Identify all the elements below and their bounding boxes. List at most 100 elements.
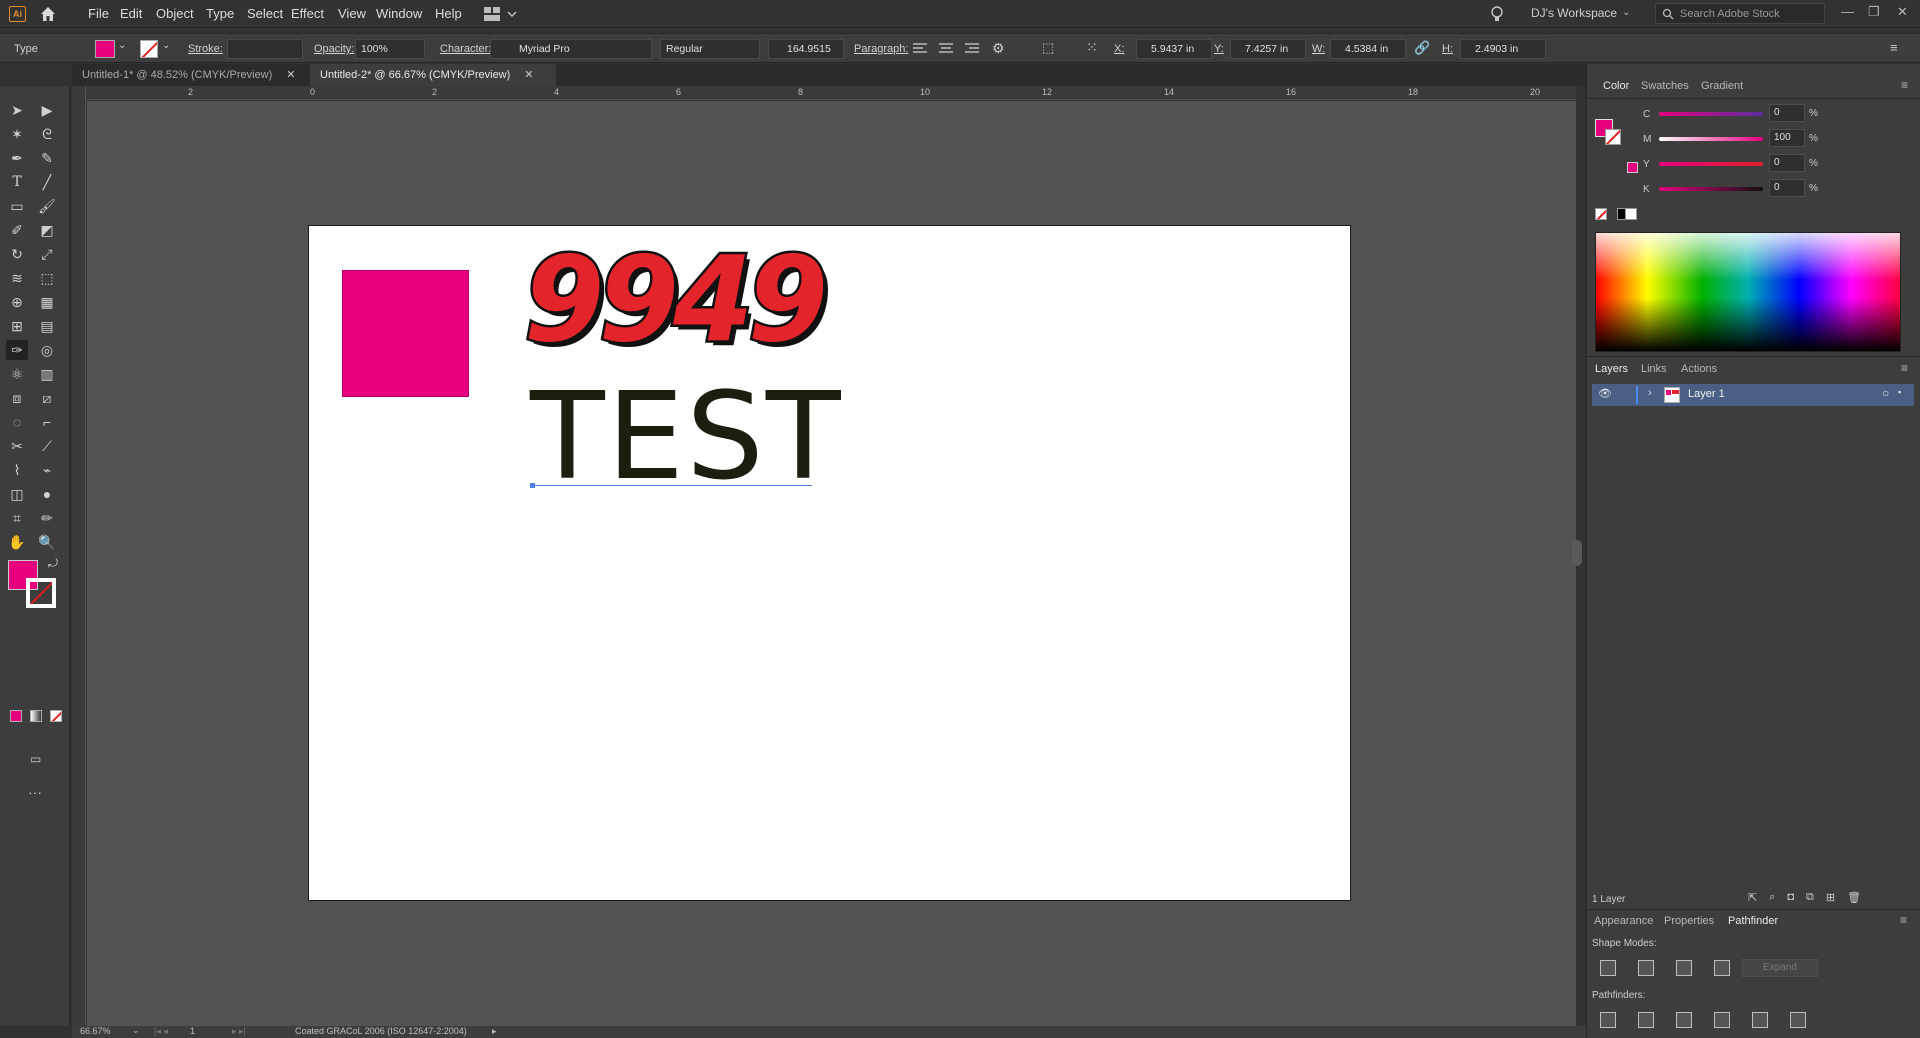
exclude-icon[interactable] <box>1714 960 1730 976</box>
tab-layers[interactable]: Layers <box>1595 363 1628 375</box>
lightbulb-icon[interactable] <box>1490 5 1504 23</box>
panel-menu-icon[interactable]: ≡ <box>1900 913 1907 927</box>
rectangle-tool-icon[interactable]: ▭ <box>6 196 28 216</box>
type-tool-icon[interactable]: T <box>6 172 28 192</box>
zoom-tool-icon[interactable]: 🔍 <box>36 532 58 552</box>
scale-tool-icon[interactable]: ⤢ <box>36 244 58 264</box>
height-field[interactable]: 2.4903 in <box>1460 39 1546 59</box>
font-size-field[interactable]: 164.9515 <box>768 39 844 59</box>
perspective-grid-tool-icon[interactable]: ▦ <box>36 292 58 312</box>
column-graph-tool-icon[interactable]: ▥ <box>36 364 58 384</box>
target-icon[interactable]: ○ <box>1882 386 1889 400</box>
selection-tool-icon[interactable]: ➤ <box>6 100 28 120</box>
stroke-weight-field[interactable] <box>227 39 303 59</box>
rotate-tool-icon[interactable]: ↻ <box>6 244 28 264</box>
magic-wand-tool-icon[interactable]: ✶ <box>6 124 28 144</box>
zoom-level-field[interactable]: 66.67% <box>80 1026 111 1036</box>
channel-c-field[interactable]: 0 <box>1769 104 1805 122</box>
swap-fill-stroke-icon[interactable]: ⤾ <box>48 556 58 571</box>
selected-text-test[interactable]: TEST <box>530 378 843 498</box>
tab-actions[interactable]: Actions <box>1681 363 1717 375</box>
opacity-label[interactable]: Opacity: <box>314 43 354 55</box>
mesh-tool-icon[interactable]: ⊞ <box>6 316 28 336</box>
home-icon[interactable] <box>39 5 57 23</box>
layer-name[interactable]: Layer 1 <box>1688 388 1725 400</box>
pen-tool-icon[interactable]: ✒ <box>6 148 28 168</box>
tab-untitled-1[interactable]: Untitled-1* @ 48.52% (CMYK/Preview) ✕ <box>72 64 310 86</box>
character-label[interactable]: Character: <box>440 43 491 55</box>
opacity-field[interactable]: 100% <box>355 39 425 59</box>
first-artboard-icon[interactable]: |◂ ◂ <box>154 1026 168 1037</box>
out-of-gamut-swatch[interactable] <box>1627 162 1638 173</box>
tab-gradient[interactable]: Gradient <box>1701 80 1743 92</box>
minus-back-icon[interactable] <box>1790 1012 1806 1028</box>
menu-help[interactable]: Help <box>435 6 462 21</box>
shaper-tool-icon[interactable]: ✐ <box>6 220 28 240</box>
eyedropper-tool-icon[interactable]: ✑ <box>6 340 28 360</box>
none-mode-icon[interactable] <box>50 710 62 722</box>
menu-window[interactable]: Window <box>376 6 422 21</box>
hand-tool-icon[interactable]: ✋ <box>6 532 28 552</box>
channel-m-slider[interactable] <box>1659 137 1763 141</box>
eraser-tool-icon[interactable]: ◩ <box>36 220 58 240</box>
headline-text-9949[interactable]: 9949 <box>522 238 831 361</box>
trim-icon[interactable] <box>1638 1012 1654 1028</box>
blob-brush-tool-icon[interactable]: ● <box>36 484 58 504</box>
menu-select[interactable]: Select <box>247 6 283 21</box>
menu-effect[interactable]: Effect <box>291 6 324 21</box>
pink-square-shape[interactable] <box>342 270 469 397</box>
width-tool-icon[interactable]: ≋ <box>6 268 28 288</box>
constrain-proportions-icon[interactable]: 🔗 <box>1414 40 1430 56</box>
h-label[interactable]: H: <box>1442 43 1453 55</box>
change-screen-mode-icon[interactable]: ▭ <box>30 752 41 766</box>
new-sublayer-icon[interactable]: ⧉ <box>1806 891 1814 904</box>
none-swatch[interactable] <box>1595 208 1607 220</box>
channel-k-field[interactable]: 0 <box>1769 179 1805 197</box>
channel-m-field[interactable]: 100 <box>1769 129 1805 147</box>
channel-y-field[interactable]: 0 <box>1769 154 1805 172</box>
channel-y-slider[interactable] <box>1659 162 1763 166</box>
font-family-field[interactable]: Myriad Pro <box>490 39 652 59</box>
expand-button[interactable]: Expand <box>1742 959 1818 977</box>
chevron-down-icon[interactable]: ⌄ <box>132 1025 140 1036</box>
minus-front-icon[interactable] <box>1638 960 1654 976</box>
fill-swatch[interactable] <box>95 40 115 58</box>
live-paint-tool-icon[interactable]: ◫ <box>6 484 28 504</box>
locate-object-icon[interactable]: ⌕ <box>1769 891 1775 904</box>
transform-reference-icon[interactable]: ⁙ <box>1086 39 1098 56</box>
color-panel-stroke[interactable] <box>1605 129 1621 145</box>
status-menu-arrow-icon[interactable]: ▸ <box>492 1026 497 1037</box>
export-icon[interactable]: ⇱ <box>1748 891 1757 904</box>
tab-links[interactable]: Links <box>1641 363 1667 375</box>
menu-view[interactable]: View <box>338 6 366 21</box>
chevron-right-icon[interactable]: › <box>1648 387 1652 399</box>
intersect-icon[interactable] <box>1676 960 1692 976</box>
delete-layer-icon[interactable]: 🗑 <box>1847 891 1861 904</box>
menu-type[interactable]: Type <box>206 6 234 21</box>
x-position-field[interactable]: 5.9437 in <box>1136 39 1212 59</box>
crop-tool-icon[interactable]: ⌗ <box>6 508 28 528</box>
arrange-documents-icon[interactable] <box>484 6 520 22</box>
unite-icon[interactable] <box>1600 960 1616 976</box>
channel-k-slider[interactable] <box>1659 187 1763 191</box>
crop-icon[interactable] <box>1714 1012 1730 1028</box>
divide-icon[interactable] <box>1600 1012 1616 1028</box>
align-buttons[interactable] <box>913 42 981 56</box>
stroke-swatch[interactable] <box>140 40 158 58</box>
edit-toolbar-icon[interactable]: ··· <box>28 784 42 800</box>
tab-untitled-2[interactable]: Untitled-2* @ 66.67% (CMYK/Preview) ✕ <box>310 64 556 86</box>
control-bar-menu-icon[interactable]: ≡ <box>1890 40 1898 55</box>
merge-icon[interactable] <box>1676 1012 1692 1028</box>
curvature-tool-icon[interactable]: ✎ <box>36 148 58 168</box>
search-adobe-stock-input[interactable]: Search Adobe Stock <box>1655 3 1825 24</box>
close-icon[interactable]: ✕ <box>524 69 533 81</box>
y-position-field[interactable]: 7.4257 in <box>1230 39 1306 59</box>
y-label[interactable]: Y: <box>1214 43 1224 55</box>
lasso-alt-tool-icon[interactable]: ◌ <box>6 412 28 432</box>
selection-indicator-icon[interactable]: ▪ <box>1898 387 1901 397</box>
color-spectrum[interactable] <box>1595 232 1901 352</box>
chevron-down-icon[interactable]: ⌄ <box>118 40 126 51</box>
layer-row-layer-1[interactable]: 👁 › Layer 1 ○ ▪ <box>1592 384 1914 406</box>
tab-appearance[interactable]: Appearance <box>1594 915 1653 927</box>
next-artboard-icon[interactable]: ▸ ▸| <box>232 1026 246 1037</box>
